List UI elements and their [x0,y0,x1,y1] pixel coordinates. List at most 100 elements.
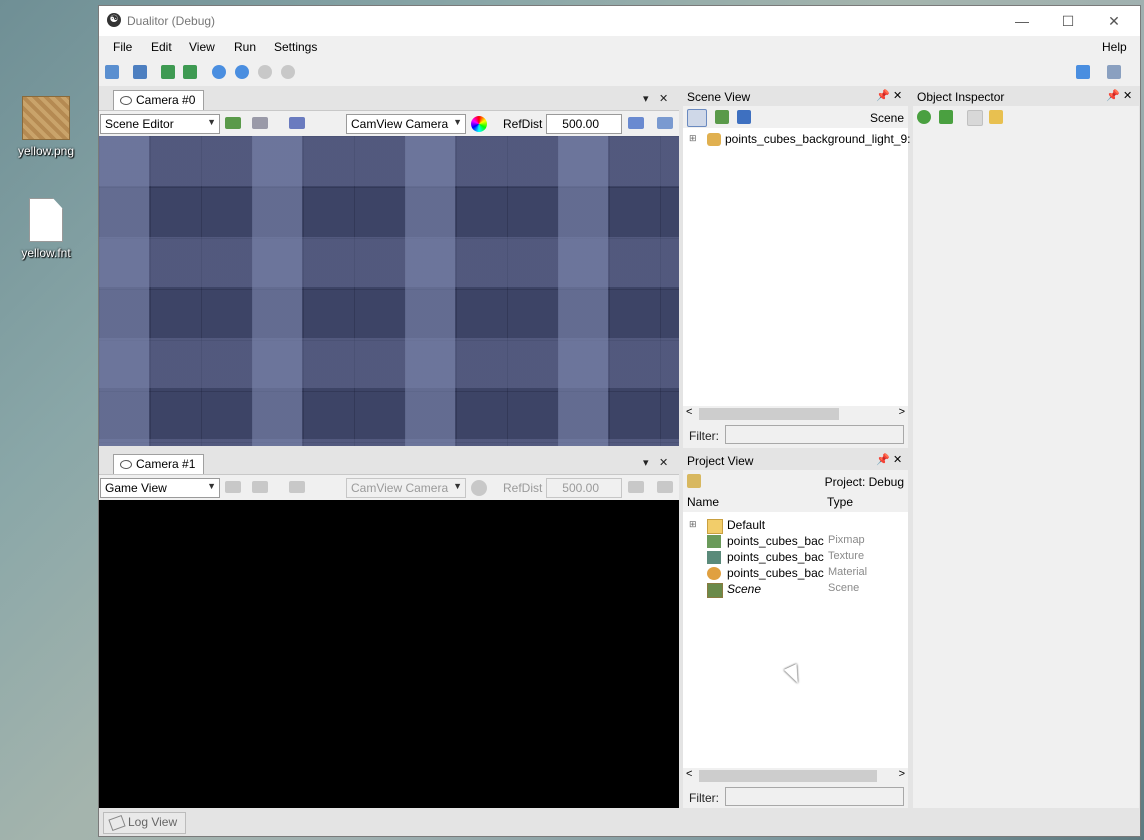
scroll-right-icon[interactable]: > [899,406,905,418]
camera-select[interactable]: CamView Camera ▼ [346,114,466,134]
eye-icon [120,460,132,469]
close-icon[interactable]: ✕ [893,89,902,102]
item-name: points_cubes_bac [727,566,824,580]
package-icon[interactable] [161,65,175,79]
project-view-panel: Project View 📌 ✕ Project: Debug Name Typ… [683,452,908,810]
refresh-icon[interactable] [917,110,931,124]
view-mode-select[interactable]: Scene Editor ▼ [100,114,220,134]
tab-camera-1[interactable]: Camera #1 [113,454,205,474]
snap-icon [289,481,305,493]
zoom-icon[interactable] [657,117,673,129]
lock-icon[interactable] [989,110,1003,124]
color-wheel-icon[interactable] [471,116,487,132]
layer-icon[interactable] [225,117,241,129]
tree-item[interactable]: ⊞ Default [683,518,908,534]
scene-editor-viewport[interactable] [99,136,679,446]
pause-icon[interactable] [258,65,272,79]
pin-icon[interactable]: 📌 [876,453,890,466]
tree-item[interactable]: points_cubes_bac Pixmap [683,534,908,550]
object-visibility-icon[interactable] [252,117,268,129]
save-icon[interactable] [737,110,751,124]
camera-0-panel: Camera #0 ▾ ✕ Scene Editor ▼ CamView Came… [99,88,679,446]
menu-settings[interactable]: Settings [274,40,317,54]
tree-item[interactable]: points_cubes_bac Material [683,566,908,582]
filter-input[interactable] [725,425,904,444]
item-type: Material [828,566,868,578]
close-icon[interactable]: ✕ [659,92,668,105]
camera-1-panel: Camera #1 ▾ ✕ Game View ▼ CamView Camera ▼… [99,452,679,810]
camera-value: CamView Camera [351,481,449,495]
layout-icon[interactable] [1076,65,1090,79]
new-scene-icon[interactable] [715,110,729,124]
camera-select: CamView Camera ▼ [346,478,466,498]
menu-edit[interactable]: Edit [151,40,172,54]
debug-icon[interactable] [939,110,953,124]
close-icon[interactable]: ✕ [659,456,668,469]
panel-title: Object Inspector [917,90,1005,104]
color-wheel-icon [471,480,487,496]
new-project-icon[interactable] [105,65,119,79]
scroll-right-icon[interactable]: > [899,768,905,780]
maximize-button[interactable]: ☐ [1045,6,1091,36]
item-name: Default [727,518,766,532]
column-type[interactable]: Type [827,495,853,509]
menu-file[interactable]: File [113,40,132,54]
menu-help[interactable]: Help [1102,40,1127,54]
folder-open-icon[interactable] [687,474,701,488]
snap-icon[interactable] [289,117,305,129]
title-bar[interactable]: ☯ Dualitor (Debug) — ☐ ✕ [99,6,1140,36]
item-type: Texture [828,550,865,562]
copy-icon [967,110,983,126]
tab-log-view[interactable]: Log View [103,812,187,834]
project-view-header: Project View 📌 ✕ [683,452,908,470]
close-icon[interactable]: ✕ [893,453,902,466]
main-toolbar [99,58,1140,86]
chevron-down-icon[interactable]: ▾ [643,456,649,469]
scene-view-toolbar: Scene [683,106,908,128]
game-view-viewport[interactable] [99,500,679,810]
expand-icon[interactable]: ⊞ [689,133,697,144]
scroll-left-icon[interactable]: < [686,768,692,780]
filter-input[interactable] [725,787,904,806]
scene-label: Scene [869,111,904,125]
minimize-button[interactable]: — [999,6,1045,36]
scene-filter: Filter: [683,422,908,448]
close-button[interactable]: ✕ [1091,6,1137,36]
tree-node[interactable]: ⊞ points_cubes_background_light_9: [683,132,911,148]
perspective-icon[interactable] [628,117,644,129]
plugins-icon[interactable] [183,65,197,79]
refdist-label: RefDist [503,481,543,495]
window-list-icon[interactable] [1107,65,1121,79]
desktop-icon-yellow-png[interactable]: yellow.png [6,96,86,158]
camera-1-toolbar: Game View ▼ CamView Camera ▼ RefDist 500.0… [99,474,679,501]
step-icon[interactable] [235,65,249,79]
gameobject-icon[interactable] [687,109,707,127]
menu-view[interactable]: View [189,40,215,54]
object-inspector-panel: Object Inspector 📌 ✕ [913,88,1139,810]
refdist-input[interactable]: 500.00 [546,114,622,134]
open-code-icon[interactable] [133,65,147,79]
horizontal-scrollbar[interactable]: < > [683,768,908,784]
view-mode-select[interactable]: Game View ▼ [100,478,220,498]
pin-icon[interactable]: 📌 [1106,89,1120,102]
scroll-left-icon[interactable]: < [686,406,692,418]
pin-icon[interactable]: 📌 [876,89,890,102]
menu-run[interactable]: Run [234,40,256,54]
refdist-input: 500.00 [546,478,622,498]
horizontal-scrollbar[interactable]: < > [683,406,908,422]
tree-item[interactable]: Scene Scene [683,582,908,598]
column-name[interactable]: Name [687,495,719,509]
tab-camera-0[interactable]: Camera #0 [113,90,205,110]
play-icon[interactable] [212,65,226,79]
chevron-down-icon[interactable]: ▾ [643,92,649,105]
desktop-icon-yellow-fnt[interactable]: yellow.fnt [6,198,86,260]
filter-label: Filter: [689,429,719,443]
close-icon[interactable]: ✕ [1123,89,1132,102]
stop-icon[interactable] [281,65,295,79]
node-label: points_cubes_background_light_9: [725,132,911,146]
expand-icon[interactable]: ⊞ [689,519,697,530]
chevron-down-icon: ▼ [453,117,462,127]
tree-item[interactable]: points_cubes_bac Texture [683,550,908,566]
scroll-thumb[interactable] [699,408,839,420]
scroll-thumb[interactable] [699,770,877,782]
